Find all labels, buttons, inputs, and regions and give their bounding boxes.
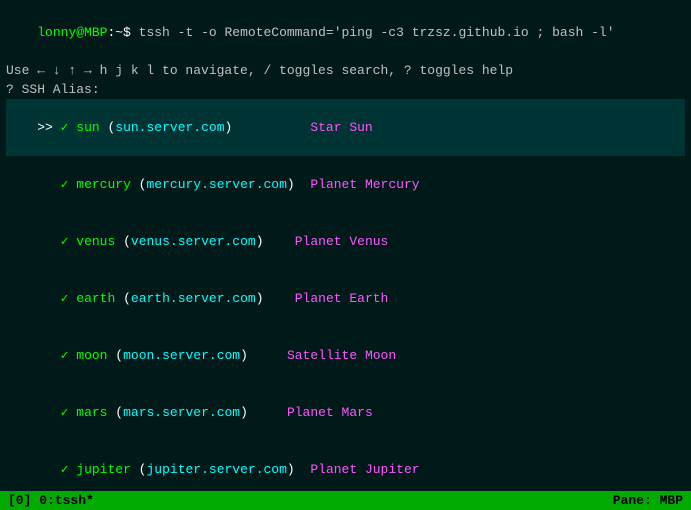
prompt-line: lonny@MBP:~$ tssh -t -o RemoteCommand='p… (6, 4, 685, 61)
row-alias: mercury (76, 177, 131, 192)
row-paren-close: ) (256, 291, 264, 306)
row-desc: Planet Mercury (295, 177, 420, 192)
status-right: Pane: MBP (613, 493, 683, 508)
row-check: ✓ (61, 348, 77, 363)
row-desc: Star Sun (232, 120, 372, 135)
row-alias: moon (76, 348, 107, 363)
row-indent (37, 405, 60, 420)
row-host: earth.server.com (131, 291, 256, 306)
row-paren-open: ( (100, 120, 116, 135)
row-indent (37, 348, 60, 363)
row-check: ✓ (61, 177, 77, 192)
prompt-command: tssh -t -o RemoteCommand='ping -c3 trzsz… (139, 25, 615, 40)
row-paren-close: ) (240, 348, 248, 363)
list-item[interactable]: >> ✓ sun (sun.server.com) Star Sun (6, 99, 685, 156)
row-host: moon.server.com (123, 348, 240, 363)
row-alias: jupiter (76, 462, 131, 477)
row-check: ✓ (61, 462, 77, 477)
row-desc: Planet Earth (264, 291, 389, 306)
list-item[interactable]: ✓ moon (moon.server.com) Satellite Moon (6, 327, 685, 384)
row-indent (37, 234, 60, 249)
row-indent (37, 291, 60, 306)
row-alias: earth (76, 291, 115, 306)
row-paren-open: ( (115, 234, 131, 249)
list-item[interactable]: ✓ jupiter (jupiter.server.com) Planet Ju… (6, 441, 685, 491)
prompt-sep: :~$ (107, 25, 138, 40)
row-alias: mars (76, 405, 107, 420)
row-paren-open: ( (115, 291, 131, 306)
status-bar: [0] 0:tssh* Pane: MBP (0, 491, 691, 510)
list-item[interactable]: ✓ venus (venus.server.com) Planet Venus (6, 213, 685, 270)
row-host: venus.server.com (131, 234, 256, 249)
row-host: sun.server.com (115, 120, 224, 135)
row-alias: sun (76, 120, 99, 135)
list-item[interactable]: ✓ mercury (mercury.server.com) Planet Me… (6, 156, 685, 213)
row-check: ✓ (61, 291, 77, 306)
prompt-user: lonny@MBP (37, 25, 107, 40)
row-arrow: >> (37, 120, 60, 135)
status-left: [0] 0:tssh* (8, 493, 94, 508)
row-check: ✓ (61, 120, 77, 135)
list-item[interactable]: ✓ earth (earth.server.com) Planet Earth (6, 270, 685, 327)
row-desc: Planet Mars (248, 405, 373, 420)
row-paren-open: ( (107, 348, 123, 363)
row-desc: Planet Venus (264, 234, 389, 249)
terminal: lonny@MBP:~$ tssh -t -o RemoteCommand='p… (0, 0, 691, 491)
row-paren-close: ) (287, 462, 295, 477)
section-label: ? SSH Alias: (6, 80, 685, 99)
list-item[interactable]: ✓ mars (mars.server.com) Planet Mars (6, 384, 685, 441)
row-paren-close: ) (240, 405, 248, 420)
row-paren-open: ( (107, 405, 123, 420)
nav-help: Use ← ↓ ↑ → h j k l to navigate, / toggl… (6, 61, 685, 80)
row-check: ✓ (61, 405, 77, 420)
row-paren-open: ( (131, 462, 147, 477)
row-desc: Planet Jupiter (295, 462, 420, 477)
row-host: jupiter.server.com (146, 462, 286, 477)
row-indent (37, 177, 60, 192)
row-paren-open: ( (131, 177, 147, 192)
row-check: ✓ (61, 234, 77, 249)
row-indent (37, 462, 60, 477)
row-alias: venus (76, 234, 115, 249)
row-host: mercury.server.com (146, 177, 286, 192)
row-desc: Satellite Moon (248, 348, 396, 363)
row-host: mars.server.com (123, 405, 240, 420)
row-paren-close: ) (287, 177, 295, 192)
row-paren-close: ) (256, 234, 264, 249)
